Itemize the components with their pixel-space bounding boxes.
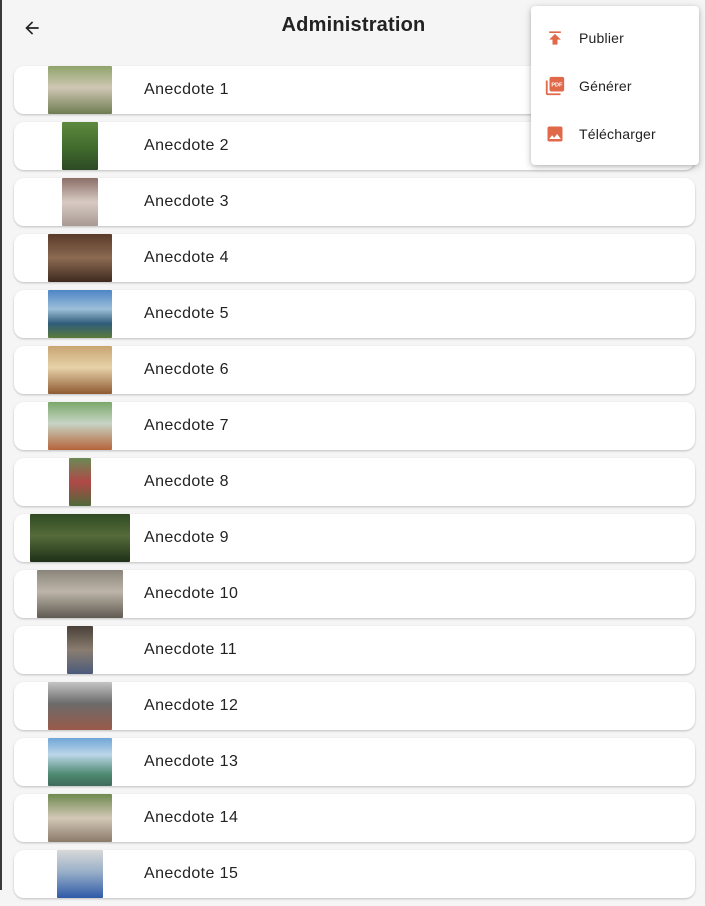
anecdote-title: Anecdote 14 [144,809,239,826]
anecdote-title: Anecdote 1 [144,81,229,98]
anecdote-title: Anecdote 5 [144,305,229,322]
menu-item-publier[interactable]: Publier [531,14,699,62]
anecdote-title: Anecdote 3 [144,193,229,210]
anecdote-card[interactable]: Anecdote 15 [14,850,695,898]
thumbnail-frame [30,178,130,226]
anecdote-thumbnail [48,234,112,282]
anecdote-title: Anecdote 10 [144,585,239,602]
anecdote-thumbnail [48,794,112,842]
anecdote-title: Anecdote 9 [144,529,229,546]
thumbnail-frame [30,458,130,506]
anecdote-card[interactable]: Anecdote 5 [14,290,695,338]
anecdote-list: Anecdote 1 Anecdote 2 Anecdote 3 Anecdote 4… [14,66,695,906]
thumbnail-frame [30,570,130,618]
thumbnail-frame [30,402,130,450]
anecdote-thumbnail [62,122,98,170]
thumbnail-frame [30,346,130,394]
anecdote-thumbnail [57,850,103,898]
thumbnail-frame [30,794,130,842]
popup-menu: Publier PDF Générer Télécharger [531,6,699,165]
anecdote-card[interactable]: Anecdote 14 [14,794,695,842]
anecdote-thumbnail [48,66,112,114]
thumbnail-frame [30,626,130,674]
thumbnail-frame [30,122,130,170]
anecdote-thumbnail [62,178,98,226]
anecdote-thumbnail [69,458,91,506]
anecdote-title: Anecdote 11 [144,641,238,658]
menu-item-label: Publier [579,30,624,46]
anecdote-card[interactable]: Anecdote 12 [14,682,695,730]
anecdote-thumbnail [37,570,123,618]
anecdote-thumbnail [48,682,112,730]
menu-item-telecharger[interactable]: Télécharger [531,110,699,158]
anecdote-title: Anecdote 7 [144,417,229,434]
anecdote-thumbnail [48,738,112,786]
thumbnail-frame [30,850,130,898]
anecdote-title: Anecdote 12 [144,697,239,714]
anecdote-title: Anecdote 8 [144,473,229,490]
anecdote-title: Anecdote 13 [144,753,239,770]
anecdote-card[interactable]: Anecdote 10 [14,570,695,618]
pdf-icon: PDF [543,74,567,98]
anecdote-card[interactable]: Anecdote 6 [14,346,695,394]
menu-item-label: Télécharger [579,126,656,142]
menu-item-generer[interactable]: PDF Générer [531,62,699,110]
thumbnail-frame [30,234,130,282]
anecdote-thumbnail [48,402,112,450]
anecdote-card[interactable]: Anecdote 4 [14,234,695,282]
anecdote-title: Anecdote 4 [144,249,229,266]
menu-item-label: Générer [579,78,632,94]
anecdote-card[interactable]: Anecdote 11 [14,626,695,674]
anecdote-thumbnail [48,290,112,338]
image-icon [543,122,567,146]
anecdote-thumbnail [48,346,112,394]
anecdote-thumbnail [67,626,93,674]
anecdote-title: Anecdote 6 [144,361,229,378]
anecdote-card[interactable]: Anecdote 9 [14,514,695,562]
thumbnail-frame [30,682,130,730]
anecdote-title: Anecdote 2 [144,137,229,154]
anecdote-title: Anecdote 15 [144,865,239,882]
upload-icon [543,26,567,50]
anecdote-card[interactable]: Anecdote 7 [14,402,695,450]
anecdote-card[interactable]: Anecdote 13 [14,738,695,786]
thumbnail-frame [30,738,130,786]
anecdote-card[interactable]: Anecdote 3 [14,178,695,226]
anecdote-thumbnail [30,514,130,562]
svg-text:PDF: PDF [551,82,563,88]
thumbnail-frame [30,66,130,114]
thumbnail-frame [30,290,130,338]
thumbnail-frame [30,514,130,562]
anecdote-card[interactable]: Anecdote 8 [14,458,695,506]
